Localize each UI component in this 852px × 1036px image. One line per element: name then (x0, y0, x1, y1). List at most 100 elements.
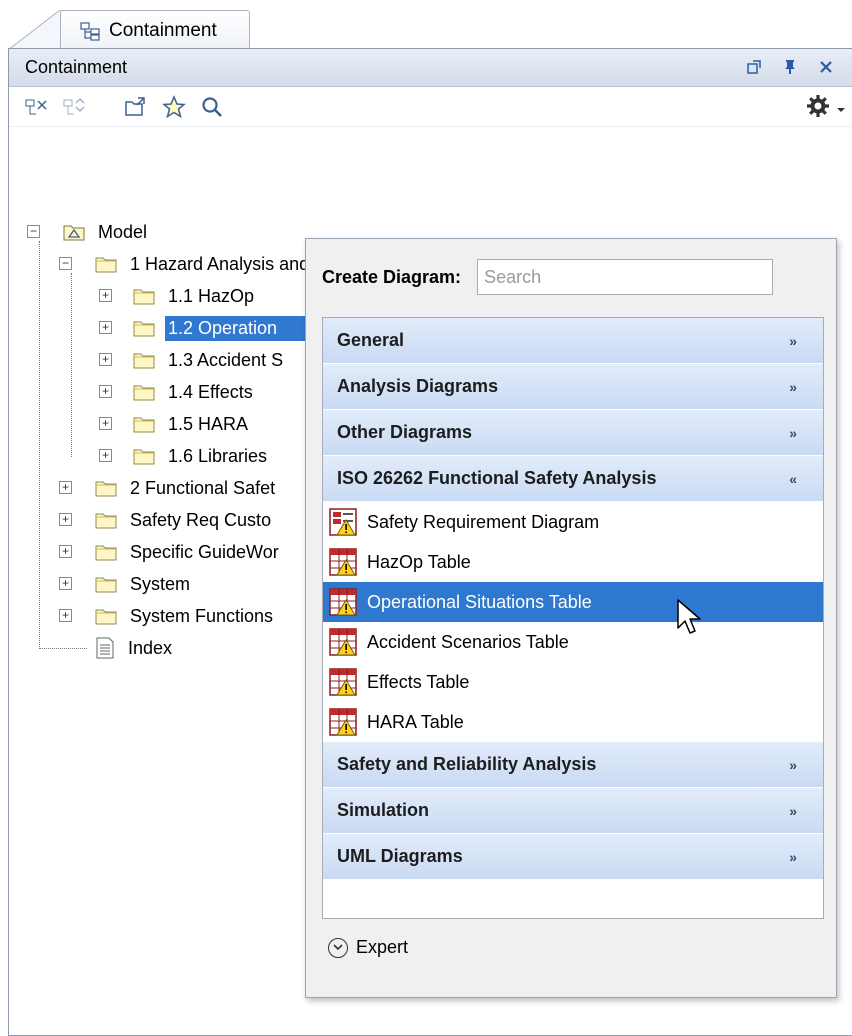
folder-icon (133, 383, 155, 401)
category-label: ISO 26262 Functional Safety Analysis (337, 468, 657, 488)
expand-toggle-icon[interactable]: + (99, 321, 112, 334)
expand-toggle-icon[interactable]: + (99, 353, 112, 366)
folder-icon (95, 511, 117, 529)
chevron-double-down-icon: » (789, 424, 797, 441)
open-icon[interactable] (123, 94, 149, 120)
category-label: Analysis Diagrams (337, 376, 499, 396)
item-hara-table[interactable]: HARA Table (323, 702, 823, 742)
expert-label: Expert (356, 937, 409, 957)
collapse-toggle-icon[interactable]: − (59, 257, 72, 270)
tree-node-system[interactable]: + System (59, 569, 193, 599)
collapse-all-icon[interactable] (23, 94, 49, 120)
tree-node-label: System (130, 573, 191, 594)
category-analysis-diagrams[interactable]: Analysis Diagrams » (323, 364, 823, 410)
close-icon[interactable] (816, 57, 836, 77)
collapse-toggle-icon[interactable]: − (27, 225, 40, 238)
category-iso-26262[interactable]: ISO 26262 Functional Safety Analysis « (323, 456, 823, 502)
toolbar-settings (806, 94, 846, 123)
category-general[interactable]: General » (323, 318, 823, 364)
folder-icon (95, 255, 117, 273)
folder-icon (95, 543, 117, 561)
panel-title: Containment (25, 57, 128, 77)
chevron-double-down-icon: » (789, 802, 797, 819)
panel-header-buttons (744, 57, 836, 77)
pin-icon[interactable] (780, 57, 800, 77)
item-label: Accident Scenarios Table (367, 631, 569, 652)
gear-icon[interactable] (806, 94, 830, 123)
tree-node-index[interactable]: Index (95, 633, 175, 663)
hazard-table-icon (329, 588, 357, 616)
tab-strip: Containment (0, 0, 852, 50)
expand-toggle-icon[interactable]: + (59, 513, 72, 526)
item-safety-requirement-diagram[interactable]: Safety Requirement Diagram (323, 502, 823, 542)
item-accident-scenarios-table[interactable]: Accident Scenarios Table (323, 622, 823, 662)
diagram-category-list: General » Analysis Diagrams » Other Diag… (322, 317, 824, 919)
expand-toggle-icon[interactable]: + (59, 609, 72, 622)
create-diagram-row: Create Diagram: (322, 259, 774, 295)
item-label: Effects Table (367, 671, 470, 692)
tree-node-hazop[interactable]: + 1.1 HazOp (99, 281, 257, 311)
create-diagram-popup: Create Diagram: General » Analysis Diagr… (305, 238, 837, 998)
tree-node-system-functions[interactable]: + System Functions (59, 601, 276, 631)
tree-node-model[interactable]: − Model (27, 217, 150, 247)
expert-toggle[interactable]: Expert (328, 937, 408, 958)
category-safety-reliability[interactable]: Safety and Reliability Analysis » (323, 742, 823, 788)
expand-toggle-icon[interactable]: + (59, 481, 72, 494)
tree-node-label: 1.4 Effects (168, 381, 253, 402)
tree-node-label: 1.3 Accident S (168, 349, 284, 370)
diagram-search-input[interactable] (477, 259, 774, 295)
expand-toggle-icon[interactable]: + (99, 385, 112, 398)
create-diagram-label: Create Diagram: (322, 266, 462, 287)
category-other-diagrams[interactable]: Other Diagrams » (323, 410, 823, 456)
expand-toggle-icon[interactable]: + (59, 545, 72, 558)
expand-toggle-icon[interactable]: + (59, 577, 72, 590)
item-operational-situations-table[interactable]: Operational Situations Table (323, 582, 823, 622)
tree-node-guideword[interactable]: + Specific GuideWor (59, 537, 282, 567)
tree-node-label: System Functions (130, 605, 274, 626)
expand-toggle-icon[interactable]: + (99, 289, 112, 302)
tree-node-effects[interactable]: + 1.4 Effects (99, 377, 256, 407)
dropdown-arrow-icon[interactable] (836, 98, 846, 119)
requirement-diagram-icon (329, 508, 357, 536)
category-label: UML Diagrams (337, 846, 463, 866)
hazard-table-icon (329, 628, 357, 656)
tree-node-label: Model (98, 221, 148, 242)
hazard-table-icon (329, 548, 357, 576)
category-label: Safety and Reliability Analysis (337, 754, 597, 774)
folder-icon (95, 607, 117, 625)
expand-toggle-icon[interactable]: + (99, 449, 112, 462)
float-icon[interactable] (744, 57, 764, 77)
panel-header: Containment (9, 49, 852, 87)
tree-node-label: 1.1 HazOp (168, 285, 255, 306)
category-simulation[interactable]: Simulation » (323, 788, 823, 834)
document-icon (96, 637, 114, 659)
tree-node-libraries[interactable]: + 1.6 Libraries (99, 441, 270, 471)
chevron-double-down-icon: » (789, 848, 797, 865)
expand-all-icon[interactable] (61, 94, 87, 120)
tree-node-functional-safety[interactable]: + 2 Functional Safet (59, 473, 278, 503)
tree-node-hara[interactable]: + 1.5 HARA (99, 409, 251, 439)
tab-label: Containment (109, 19, 217, 41)
hazard-table-icon (329, 708, 357, 736)
tree-node-accident-scenarios[interactable]: + 1.3 Accident S (99, 345, 286, 375)
chevron-double-up-icon: « (789, 470, 797, 487)
item-effects-table[interactable]: Effects Table (323, 662, 823, 702)
model-package-icon (63, 225, 85, 241)
item-hazop-table[interactable]: HazOp Table (323, 542, 823, 582)
containment-tree-icon (80, 21, 100, 41)
mouse-pointer-icon (677, 599, 701, 634)
expand-toggle-icon[interactable]: + (99, 417, 112, 430)
chevron-double-down-icon: » (789, 756, 797, 773)
folder-icon (133, 415, 155, 433)
search-icon[interactable] (199, 94, 225, 120)
tab-containment[interactable]: Containment (60, 10, 250, 50)
category-label: General (337, 330, 405, 350)
folder-icon (95, 575, 117, 593)
tree-connector (39, 241, 40, 649)
folder-icon (133, 447, 155, 465)
tree-node-safety-req[interactable]: + Safety Req Custo (59, 505, 274, 535)
favorite-star-icon[interactable] (161, 94, 187, 120)
folder-icon (133, 287, 155, 305)
category-uml-diagrams[interactable]: UML Diagrams » (323, 834, 823, 880)
chevron-double-down-icon: » (789, 378, 797, 395)
